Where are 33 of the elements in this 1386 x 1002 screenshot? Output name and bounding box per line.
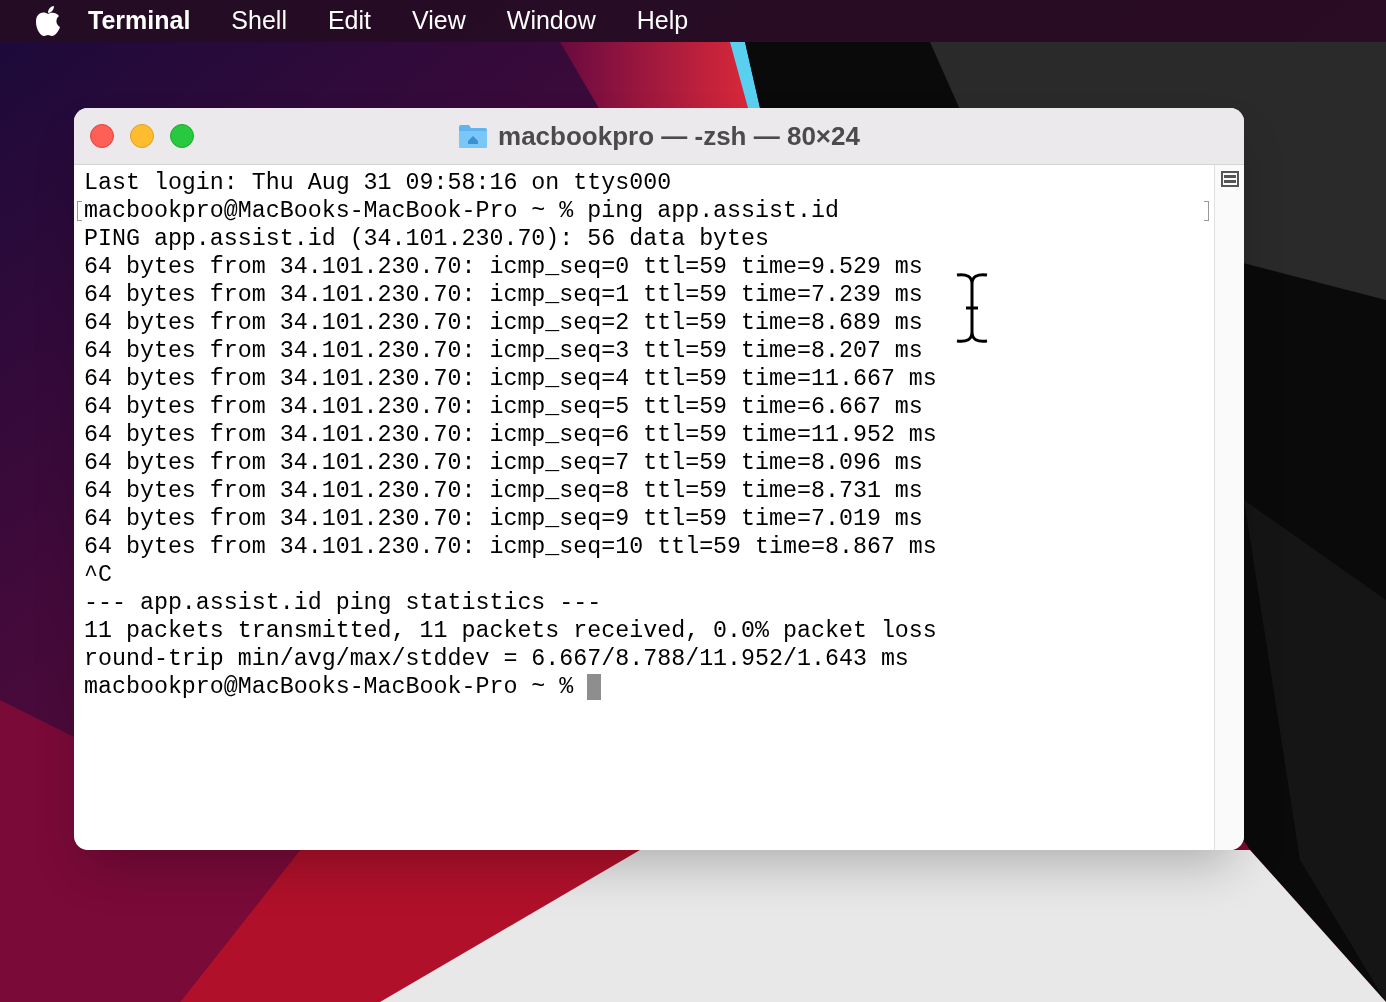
window-title: macbookpro — -zsh — 80×24	[498, 119, 860, 153]
terminal-line: 64 bytes from 34.101.230.70: icmp_seq=1 ttl=59 time=7.239 ms	[84, 281, 923, 309]
terminal-line: macbookpro@MacBooks-MacBook-Pro ~ %	[84, 673, 575, 701]
close-button[interactable]	[90, 124, 114, 148]
terminal-line: 64 bytes from 34.101.230.70: icmp_seq=3 ttl=59 time=8.207 ms	[84, 337, 923, 365]
terminal-line: 64 bytes from 34.101.230.70: icmp_seq=10 ttl=59 time=8.867 ms	[84, 533, 937, 561]
terminal-line: ^C	[84, 561, 112, 589]
folder-icon	[458, 123, 488, 149]
text-cursor-icon	[955, 272, 989, 344]
terminal-line: 11 packets transmitted, 11 packets received, 0.0% packet loss	[84, 617, 937, 645]
split-pane-icon[interactable]	[1220, 171, 1239, 187]
terminal-line: 64 bytes from 34.101.230.70: icmp_seq=9 ttl=59 time=7.019 ms	[84, 505, 923, 533]
terminal-line: 64 bytes from 34.101.230.70: icmp_seq=0 ttl=59 time=9.529 ms	[84, 253, 923, 281]
terminal-line: round-trip min/avg/max/stddev = 6.667/8.788/11.952/1.643 ms	[84, 645, 909, 673]
terminal-line: Last login: Thu Aug 31 09:58:16 on ttys000	[84, 169, 672, 197]
zoom-button[interactable]	[170, 124, 194, 148]
terminal-line: 64 bytes from 34.101.230.70: icmp_seq=6 ttl=59 time=11.952 ms	[84, 421, 937, 449]
terminal-line: 64 bytes from 34.101.230.70: icmp_seq=5 ttl=59 time=6.667 ms	[84, 393, 923, 421]
terminal-line: 64 bytes from 34.101.230.70: icmp_seq=4 ttl=59 time=11.667 ms	[84, 365, 937, 393]
menu-item[interactable]: Edit	[327, 2, 372, 40]
terminal-line: 64 bytes from 34.101.230.70: icmp_seq=8 ttl=59 time=8.731 ms	[84, 477, 923, 505]
menu-item[interactable]: Shell	[231, 2, 287, 40]
apple-logo-icon[interactable]	[34, 5, 62, 37]
menu-item[interactable]: View	[412, 2, 466, 40]
app-menu[interactable]: Terminal	[88, 2, 191, 40]
terminal-line: 64 bytes from 34.101.230.70: icmp_seq=7 ttl=59 time=8.096 ms	[84, 449, 923, 477]
terminal-line: macbookpro@MacBooks-MacBook-Pro ~ % ping app.assist.id	[84, 197, 839, 225]
terminal-line: PING app.assist.id (34.101.230.70): 56 data bytes	[84, 225, 770, 253]
terminal-line: --- app.assist.id ping statistics ---	[84, 589, 602, 617]
minimize-button[interactable]	[130, 124, 154, 148]
menu-item[interactable]: Help	[636, 2, 689, 40]
menu-item[interactable]: Window	[506, 2, 596, 40]
terminal-line: 64 bytes from 34.101.230.70: icmp_seq=2 ttl=59 time=8.689 ms	[84, 309, 923, 337]
